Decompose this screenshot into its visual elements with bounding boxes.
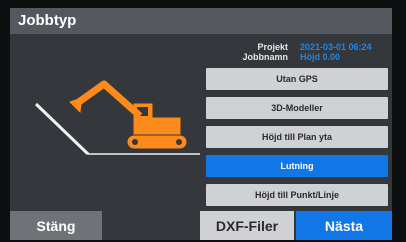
close-button[interactable]: Stäng	[10, 211, 102, 240]
jobname-label: Jobbnamn	[242, 52, 288, 62]
menu-item-hojd-till-punkt-linje[interactable]: Höjd till Punkt/Linje	[206, 184, 388, 206]
excavator-slope-illustration	[34, 80, 200, 156]
menu-item-3d-modeller[interactable]: 3D-Modeller	[206, 97, 388, 119]
menu-item-lutning[interactable]: Lutning	[206, 155, 388, 177]
menu-item-hojd-till-plan-yta[interactable]: Höjd till Plan yta	[206, 126, 388, 148]
excavator-icon	[69, 80, 187, 149]
dxf-files-button[interactable]: DXF-Filer	[200, 211, 294, 240]
info-values: 2021-03-01 06:24 Höjd 0.00	[300, 42, 392, 62]
info-labels: Projekt Jobbnamn	[220, 42, 288, 62]
project-label: Projekt	[257, 42, 288, 52]
next-button[interactable]: Nästa	[296, 211, 392, 240]
page-title: Jobbtyp	[10, 8, 392, 34]
jobname-value: Höjd 0.00	[300, 52, 341, 62]
job-type-screen: Jobbtyp Projekt Jobbnamn 2021-03-01 06:2…	[10, 8, 392, 240]
project-value: 2021-03-01 06:24	[300, 42, 372, 52]
menu-item-utan-gps[interactable]: Utan GPS	[206, 68, 388, 90]
